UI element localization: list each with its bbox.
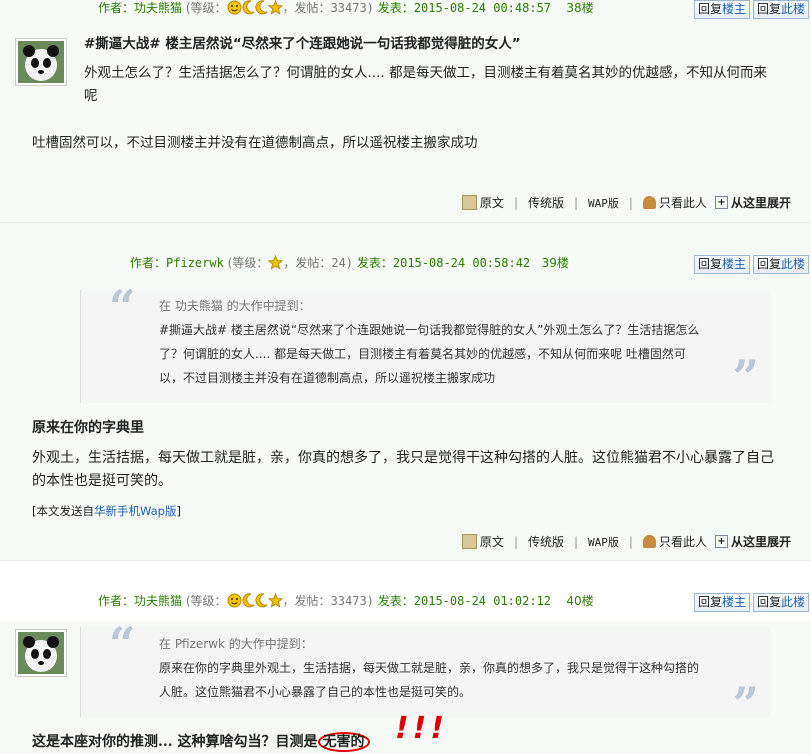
quote-block: “ 在 功夫熊猫 的大作中提到： #撕逼大战# 楼主居然说“尽然来了个连跟她说一… <box>80 280 771 404</box>
expand-link[interactable]: + 从这里展开 <box>714 194 791 211</box>
reply-owner-button[interactable]: 回复楼主 <box>693 0 750 19</box>
reply-buttons: 回复楼主 回复此楼 <box>691 255 809 274</box>
only-author-link[interactable]: 只看此人 <box>642 194 707 211</box>
wap-link[interactable]: WAP版 <box>588 195 619 211</box>
plus-box-icon: + <box>714 196 728 209</box>
post-header: 作者：功夫熊猫 (等级： ，发帖：33473) 发表：2015-08-24 01:… <box>98 592 594 608</box>
post-line: 吐槽固然可以，不过目测楼主并没有在道德制高点，所以遥祝楼主搬家成功 <box>32 135 478 151</box>
document-icon <box>461 195 477 210</box>
quote-block: “ 在 Pfizerwk 的大作中提到： 原来在你的字典里外观土，生活拮据，每天… <box>80 617 771 731</box>
avatar[interactable] <box>15 38 67 86</box>
plus-box-icon: + <box>714 535 728 548</box>
post-39: 作者：Pfizerwk (等级： ，发帖：24) 发表：2015-08-24 00… <box>0 223 811 560</box>
post-38: 作者：功夫熊猫 (等级： ，发帖：33473) 发表：2015-08-24 00:… <box>0 0 811 222</box>
avatar[interactable] <box>15 629 67 677</box>
open-quote-icon: “ <box>109 280 136 334</box>
quote-text: 在 Pfizerwk 的大作中提到： 原来在你的字典里外观土，生活拮据，每天做工… <box>159 637 700 699</box>
open-quote-icon: “ <box>109 617 136 671</box>
document-icon <box>461 534 477 549</box>
traditional-link[interactable]: 传统版 <box>528 533 564 550</box>
post-title: #撕逼大战# 楼主居然说“尽然来了个连跟她说一句话我都觉得脏的女人” <box>84 36 521 52</box>
level-icons <box>227 592 283 608</box>
only-author-link[interactable]: 只看此人 <box>642 533 707 550</box>
wap-link[interactable]: WAP版 <box>588 534 619 550</box>
panda-avatar-icon <box>18 632 64 674</box>
post-header: 作者：功夫熊猫 (等级： ，发帖：33473) 发表：2015-08-24 00:… <box>98 0 594 15</box>
sent-from: [本文发送自华新手机Wap版] <box>32 504 181 518</box>
quote-text: 在 功夫熊猫 的大作中提到： #撕逼大战# 楼主居然说“尽然来了个连跟她说一句话… <box>159 299 700 385</box>
red-exclamation-marks: !!! <box>395 711 449 746</box>
level-icons <box>227 0 283 15</box>
reply-this-button[interactable]: 回复此楼 <box>752 593 809 612</box>
reply-this-button[interactable]: 回复此楼 <box>752 255 809 274</box>
post-header-band <box>0 561 811 621</box>
close-quote-icon: ” <box>732 350 759 404</box>
original-link[interactable]: 原文 <box>461 194 504 211</box>
user-icon <box>642 196 656 209</box>
author-link[interactable]: 功夫熊猫 <box>134 1 182 15</box>
reply-buttons: 回复楼主 回复此楼 <box>691 593 809 612</box>
post-line: 外观土怎么了？生活拮据怎么了？何谓脏的女人.... 都是每天做工，目测楼主有着莫… <box>84 65 767 81</box>
author-link[interactable]: Pfizerwk <box>166 256 224 270</box>
floor-number: 38楼 <box>566 1 594 15</box>
level-icons <box>268 254 284 270</box>
reply-owner-button[interactable]: 回复楼主 <box>693 255 750 274</box>
circled-text: 无害的 <box>317 732 370 752</box>
post-footer: 原文 | 传统版 | WAP版 | 只看此人 + 从这里展开 <box>454 194 791 211</box>
post-header: 作者：Pfizerwk (等级： ，发帖：24) 发表：2015-08-24 00… <box>130 254 569 270</box>
close-quote-icon: ” <box>732 677 759 731</box>
post-line: 外观土，生活拮据，每天做工就是脏，亲，你真的想多了，我只是觉得干这种勾搭的人脏。… <box>32 450 774 466</box>
post-bold-line: 这是本座对你的推测... 这种算啥勾当？目测是 无害的 <box>32 730 370 754</box>
reply-this-button[interactable]: 回复此楼 <box>752 0 809 19</box>
original-link[interactable]: 原文 <box>461 533 504 550</box>
wap-source-link[interactable]: 华新手机Wap版 <box>94 504 176 518</box>
post-footer: 原文 | 传统版 | WAP版 | 只看此人 + 从这里展开 <box>454 533 791 550</box>
post-40: 作者：功夫熊猫 (等级： ，发帖：33473) 发表：2015-08-24 01:… <box>0 561 811 754</box>
reply-owner-button[interactable]: 回复楼主 <box>693 593 750 612</box>
floor-number: 39楼 <box>541 256 569 270</box>
reply-buttons: 回复楼主 回复此楼 <box>691 0 809 19</box>
traditional-link[interactable]: 传统版 <box>528 194 564 211</box>
panda-avatar-icon <box>18 41 64 83</box>
user-icon <box>642 535 656 548</box>
floor-number: 40楼 <box>566 594 594 608</box>
post-line: 呢 <box>84 88 98 104</box>
author-link[interactable]: 功夫熊猫 <box>134 594 182 608</box>
post-bold-line: 原来在你的字典里 <box>32 420 144 436</box>
post-line: 的本性也是挺可笑的。 <box>32 473 172 489</box>
expand-link[interactable]: + 从这里展开 <box>714 533 791 550</box>
